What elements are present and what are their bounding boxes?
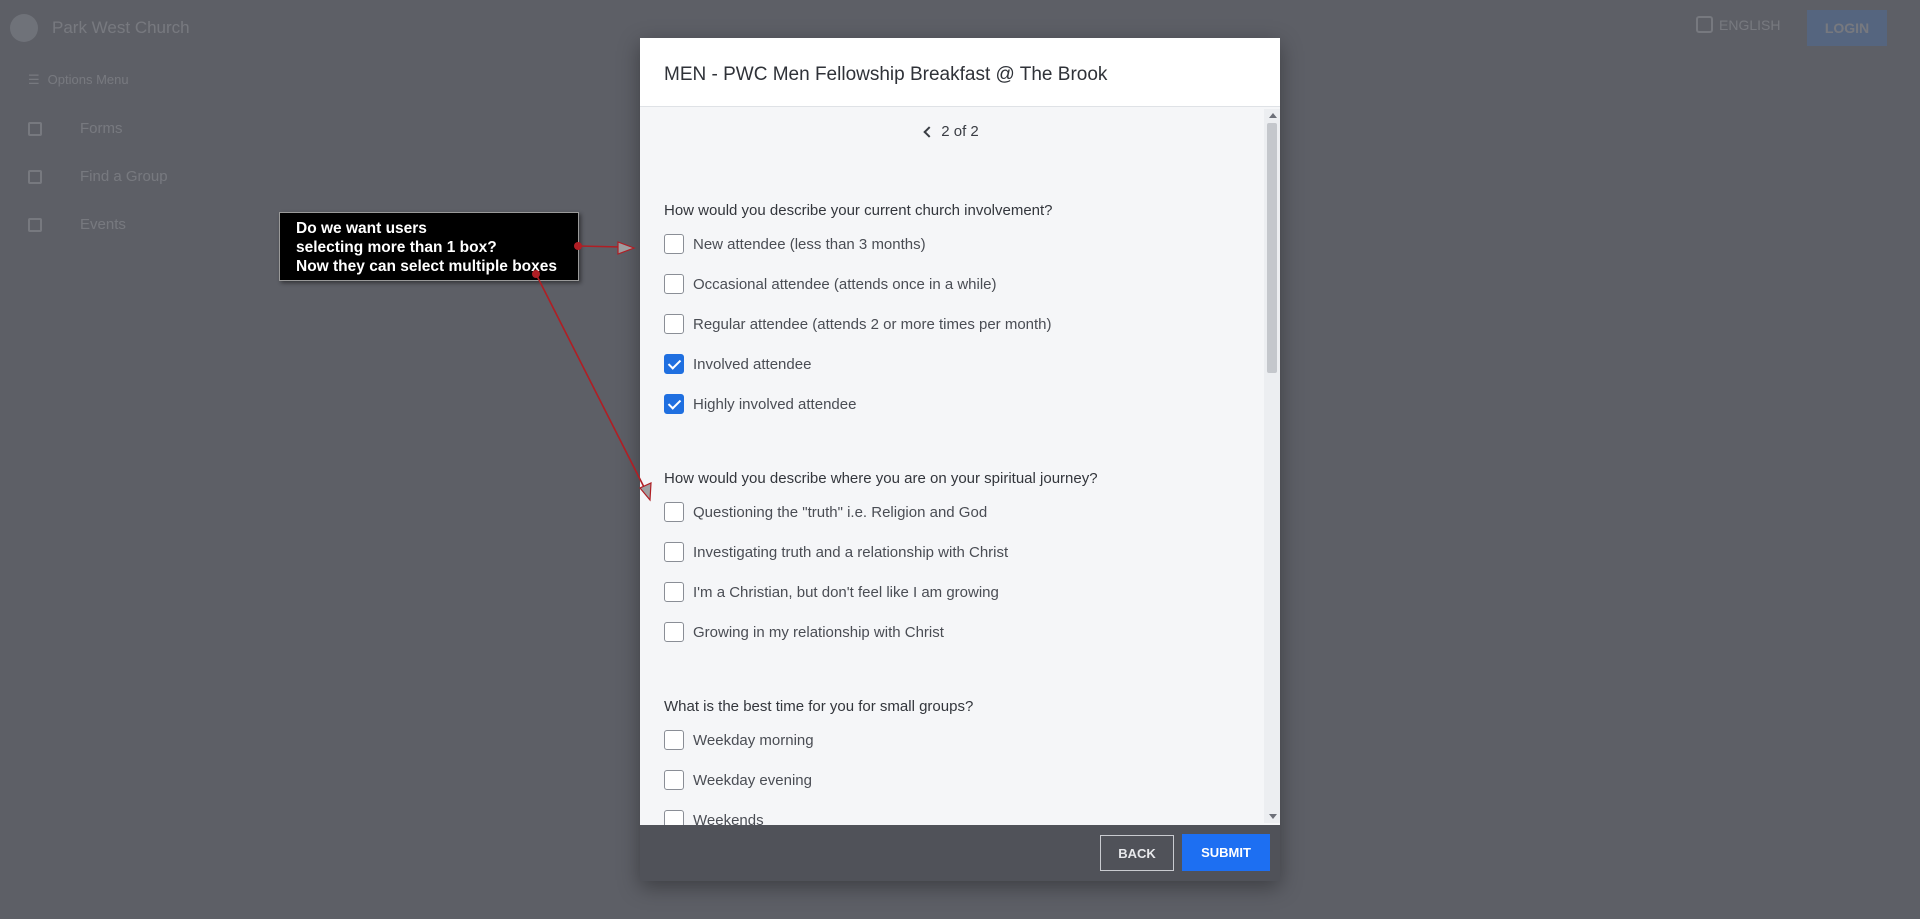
annotation-arrows: [532, 241, 652, 502]
arrow-to-first-question: [577, 245, 623, 248]
arrow-start-dot: [574, 242, 582, 250]
arrowhead-down: [639, 482, 652, 502]
arrow-to-second-question: [535, 273, 648, 494]
arrow-start-dot: [532, 270, 540, 278]
arrowhead-right: [617, 241, 636, 255]
